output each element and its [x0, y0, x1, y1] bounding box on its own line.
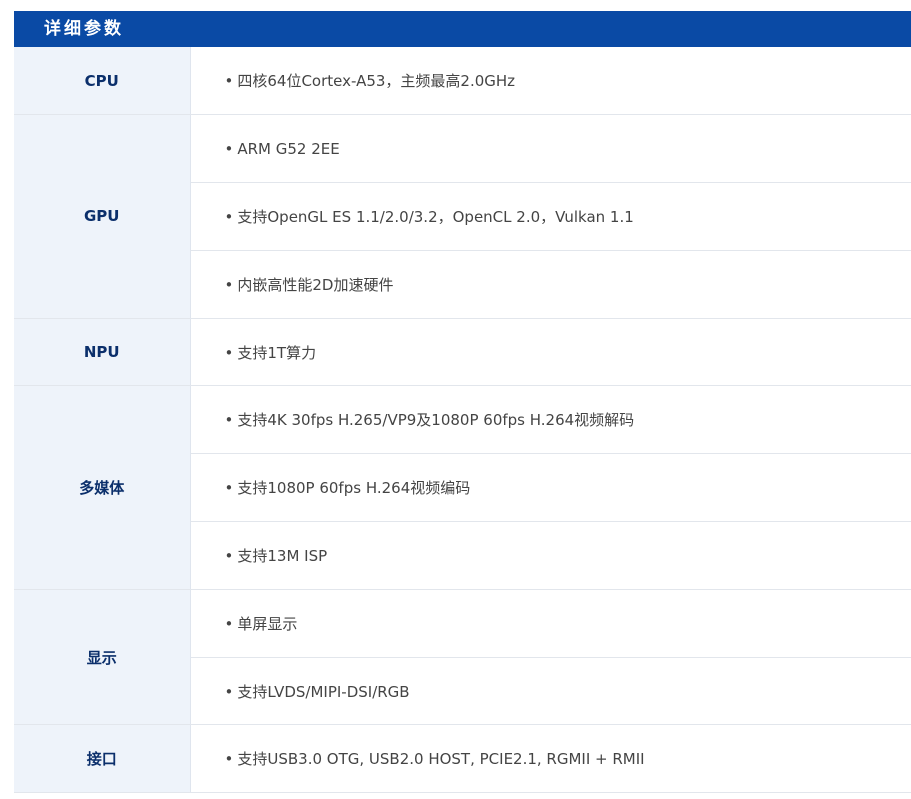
spec-label-gpu: GPU [14, 114, 191, 319]
table-row: 显示 • 单屏显示 [14, 589, 911, 726]
spec-value-text: 四核64位Cortex-A53，主频最高2.0GHz [237, 72, 516, 91]
spec-value-text: 支持LVDS/MIPI-DSI/RGB [237, 682, 410, 701]
spec-value: • ARM G52 2EE [190, 114, 911, 184]
bullet-icon: • [224, 750, 234, 769]
spec-value-text: 单屏显示 [237, 614, 298, 633]
spec-value: • 支持LVDS/MIPI-DSI/RGB [190, 657, 911, 726]
bullet-icon: • [224, 614, 234, 633]
spec-value: • 单屏显示 [190, 589, 911, 658]
bullet-icon: • [224, 479, 234, 498]
spec-value: • 内嵌高性能2D加速硬件 [190, 250, 911, 319]
spec-value: • 支持4K 30fps H.265/VP9及1080P 60fps H.264视… [190, 385, 911, 455]
spec-label-multimedia: 多媒体 [14, 385, 191, 590]
table-row: CPU • 四核64位Cortex-A53，主频最高2.0GHz [14, 47, 911, 116]
spec-label-display: 显示 [14, 589, 191, 726]
spec-label-npu: NPU [14, 318, 191, 387]
table-row: GPU • ARM G52 2EE [14, 114, 911, 319]
spec-value: • 支持USB3.0 OTG, USB2.0 HOST, PCIE2.1, RGM… [190, 724, 911, 794]
spec-value-text: ARM G52 2EE [237, 139, 340, 158]
spec-value-text: 支持1T算力 [237, 343, 317, 362]
spec-table: CPU • 四核64位Cortex-A53，主频最高2.0GHz GPU • ARM… [14, 47, 911, 794]
spec-value-text: 支持13M ISP [237, 546, 328, 565]
bullet-icon: • [224, 207, 234, 226]
bullet-icon: • [224, 343, 234, 362]
bullet-icon: • [224, 139, 234, 158]
table-row: 接口 • 支持USB3.0 OTG, USB2.0 HOST, PCIE2.1, … [14, 724, 911, 794]
spec-value-text: 支持OpenGL ES 1.1/2.0/3.2，OpenCL 2.0，Vulka… [237, 207, 634, 226]
spec-value-text: 支持4K 30fps H.265/VP9及1080P 60fps H.264视频… [237, 411, 635, 430]
spec-panel: 详细参数 CPU • 四核64位Cortex-A53，主频最高2.0GHz GPU… [14, 11, 911, 794]
bullet-icon: • [224, 275, 234, 294]
spec-value: • 支持13M ISP [190, 521, 911, 590]
spec-label-cpu: CPU [14, 47, 191, 116]
table-row: 多媒体 • 支持4K 30fps H.265/VP9及1080P 60fps H.… [14, 385, 911, 590]
spec-value-text: 支持USB3.0 OTG, USB2.0 HOST, PCIE2.1, RGMI… [237, 750, 645, 769]
table-row: NPU • 支持1T算力 [14, 318, 911, 387]
spec-value-text: 支持1080P 60fps H.264视频编码 [237, 479, 471, 498]
spec-label-interface: 接口 [14, 724, 191, 794]
spec-value: • 支持OpenGL ES 1.1/2.0/3.2，OpenCL 2.0，Vulk… [190, 182, 911, 251]
spec-value: • 支持1080P 60fps H.264视频编码 [190, 453, 911, 523]
spec-value-text: 内嵌高性能2D加速硬件 [237, 275, 394, 294]
bullet-icon: • [224, 682, 234, 701]
bullet-icon: • [224, 72, 234, 91]
section-title: 详细参数 [44, 19, 124, 39]
bullet-icon: • [224, 411, 234, 430]
bullet-icon: • [224, 546, 234, 565]
section-header: 详细参数 [14, 11, 911, 47]
spec-value: • 四核64位Cortex-A53，主频最高2.0GHz [190, 47, 911, 116]
spec-value: • 支持1T算力 [190, 318, 911, 387]
